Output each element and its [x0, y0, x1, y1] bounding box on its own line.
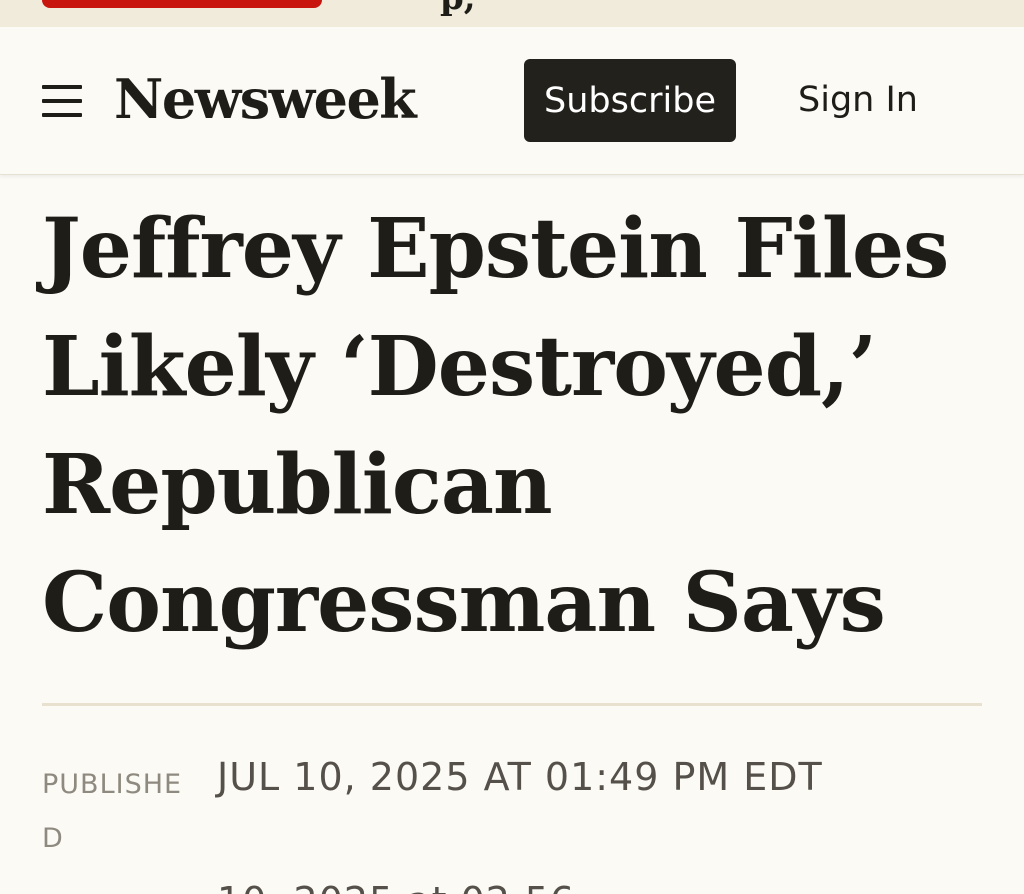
published-date: JUL 10, 2025 AT 01:49 PM EDT [217, 755, 823, 799]
site-header: Newsweek Subscribe Sign In [0, 27, 1024, 175]
menu-icon-bar [42, 113, 82, 117]
headline-line: Jeffrey Epstein Files [42, 201, 949, 297]
headline-line: Likely ‘Destroyed,’ [42, 319, 877, 415]
headline-divider [42, 703, 982, 706]
menu-icon-bar [42, 99, 82, 103]
headline-line: Congressman Says [42, 555, 886, 651]
newsweek-logo[interactable]: Newsweek [114, 67, 417, 131]
promo-banner[interactable]: p, [0, 0, 1024, 27]
sign-in-link[interactable]: Sign In [798, 77, 918, 123]
subscribe-button[interactable]: Subscribe [524, 59, 736, 142]
article-headline: Jeffrey Epstein Files Likely ‘Destroyed,… [42, 190, 1002, 662]
promo-text: p, [440, 0, 476, 18]
menu-icon-bar [42, 85, 82, 89]
hamburger-menu-icon[interactable] [42, 85, 84, 117]
published-label: PUBLISHED [42, 769, 183, 854]
promo-button[interactable] [42, 0, 322, 8]
article-page: p, Newsweek Subscribe Sign In Jeffrey Ep… [0, 0, 1024, 894]
headline-line: Republican [42, 437, 553, 533]
updated-date: 10, 2025 at 02:56 [217, 876, 575, 894]
